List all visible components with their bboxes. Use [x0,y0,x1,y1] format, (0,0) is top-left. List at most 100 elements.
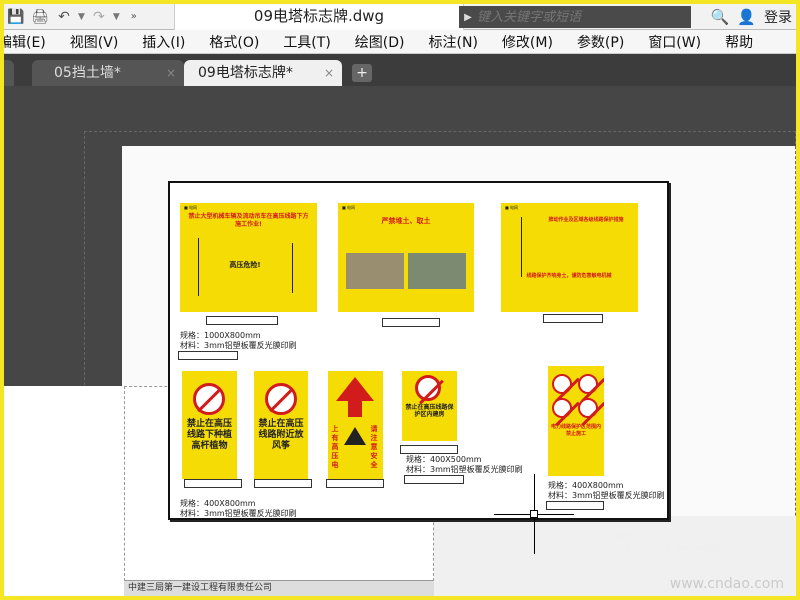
sign-7-text: 禁止在高压线路保护区内建房 [405,404,454,418]
spec-1-size: 规格：1000X800mm [180,331,261,340]
cursor-box [530,510,538,518]
spec-1-label [178,351,238,360]
more-icon[interactable]: » [122,6,146,28]
login-button[interactable]: 登录 [764,7,792,27]
arrow-stem [348,401,362,417]
menu-format[interactable]: 格式(O) [197,32,271,52]
tower-graphic [521,217,522,277]
spec-1-material: 材料：3mm铝塑板覆反光膜印刷 [180,341,297,350]
warning-triangle-icon [344,427,366,445]
tower-photo [408,253,466,289]
menu-bar: 编辑(E) 视图(V) 插入(I) 格式(O) 工具(T) 绘图(D) 标注(N… [4,30,796,54]
prohibition-icon [578,374,598,394]
spec-3-size: 规格：400X500mm [406,455,482,464]
sign-3[interactable]: ■ 电网 推动作业及区域各级线路保护措施 线路保护齐响身土，谨防危害触电机械 [501,203,638,312]
sign-7[interactable]: 禁止在高压线路保护区内建房 [402,371,457,441]
sign-5-text: 禁止在高压线路附近放风筝 [258,419,304,451]
sign-8[interactable]: 电力线路保护区范围内禁止施工 [548,366,604,476]
prohibition-icon [193,383,225,415]
prohibition-icon [578,398,598,418]
drawing-viewport[interactable]: ■ 电网 禁止大型机械车辆及流动吊车在高压线路下方施工作业! 高压危险! ■ 电… [168,181,669,520]
redo-dropdown-icon[interactable]: ▼ [113,12,120,22]
sign-6-label [326,479,384,488]
menu-tools[interactable]: 工具(T) [271,32,342,52]
binocular-icon[interactable]: 🔍 [711,8,730,26]
tab-label: 05挡土墙* [54,65,121,81]
search-box[interactable]: ▶ [459,6,691,28]
spec-4-label [546,501,604,510]
menu-edit[interactable]: 编辑(E) [4,32,58,52]
menu-parametric[interactable]: 参数(P) [565,32,636,52]
menu-window[interactable]: 窗口(W) [636,32,713,52]
tab-label: 09电塔标志牌* [198,65,293,81]
sign-header: ■ 电网 [184,205,198,210]
document-title: 09电塔标志牌.dwg [174,4,464,30]
menu-dimension[interactable]: 标注(N) [417,32,490,52]
menu-help[interactable]: 帮助 [713,32,765,52]
sign-2[interactable]: ■ 电网 严禁堆土、取土 [338,203,474,312]
tab-tower-sign[interactable]: 09电塔标志牌* × [184,60,342,86]
sign-2-label [382,318,440,327]
redo-icon[interactable]: ↷ [87,6,111,28]
sign-3-title: 推动作业及区域各级线路保护措施 [548,217,624,223]
file-tab-bar: 05挡土墙* × 09电塔标志牌* × + [4,54,796,86]
watermark: www.cndao.com [669,576,784,592]
sign-5[interactable]: 禁止在高压线路附近放风筝 [254,371,308,479]
arrow-up-icon [336,377,374,401]
tower-graphic [198,238,199,296]
prohibition-icon [265,383,297,415]
spec-3-material: 材料：3mm铝塑板覆反光膜印刷 [406,465,523,474]
sign-1-title: 禁止大型机械车辆及流动吊车在高压线路下方施工作业! [188,213,309,228]
sign-8-text: 电力线路保护区范围内禁止施工 [551,424,602,437]
sign-3-label [543,314,603,323]
new-tab-button[interactable]: + [352,64,372,82]
excavator-photo [346,253,404,289]
undo-dropdown-icon[interactable]: ▼ [78,12,85,22]
note-title: 说明： [616,534,635,541]
note-line: 1.本图中标志牌内容由各个电塔建设单位自行确认上述说。 [616,545,746,551]
user-icon[interactable]: 👤 [737,8,756,26]
menu-draw[interactable]: 绘图(D) [343,32,417,52]
title-block-strip: 中建三局第一建设工程有限责任公司 [124,580,434,596]
sign-6-left: 上有高压电 [331,425,339,469]
tab-close-icon[interactable]: × [166,60,176,86]
sign-header: ■ 电网 [505,205,519,210]
search-input[interactable] [477,9,677,25]
tab-close-icon[interactable]: × [324,60,334,86]
crane-graphic [292,243,293,293]
title-bar: 💾 🖨 ↶ ▼ ↷ ▼ » 09电塔标志牌.dwg ▶ 🔍 👤 登录 [4,4,796,30]
sign-header: ■ 电网 [342,205,356,210]
spec-2-size: 规格：400X800mm [180,499,256,508]
undo-icon[interactable]: ↶ [52,6,76,28]
tab-retaining-wall[interactable]: 05挡土墙* × [32,60,184,86]
save-icon[interactable]: 💾 [4,6,28,28]
title-bar-right: 🔍 👤 登录 [711,4,796,30]
menu-view[interactable]: 视图(V) [58,32,131,52]
spec-3-label [404,475,464,484]
prohibition-icon [552,374,572,394]
sign-3-red: 线路保护齐响身土，谨防危害触电机械 [526,273,612,279]
search-arrow-icon[interactable]: ▶ [459,12,477,23]
sign-1-warn: 高压危险! [229,261,261,269]
app-window: 💾 🖨 ↶ ▼ ↷ ▼ » 09电塔标志牌.dwg ▶ 🔍 👤 登录 编辑(E)… [4,4,796,596]
sign-4-label [184,479,242,488]
sign-2-title: 严禁堆土、取土 [381,217,431,225]
prohibition-icon [415,375,441,401]
sign-4-text: 禁止在高压线路下种植高杆植物 [186,419,232,451]
sign-6-right: 请注意安全 [370,425,378,469]
spec-4-size: 规格：400X800mm [548,481,624,490]
tab-file-1[interactable] [4,60,14,86]
sign-4[interactable]: 禁止在高压线路下种植高杆植物 [182,371,237,479]
prohibition-icon [552,398,572,418]
spec-2-material: 材料：3mm铝塑板覆反光膜印刷 [180,509,297,518]
sign-5-label [254,479,312,488]
sign-7-label [400,445,458,454]
menu-insert[interactable]: 插入(I) [130,32,197,52]
menu-modify[interactable]: 修改(M) [490,32,565,52]
print-icon[interactable]: 🖨 [28,6,52,28]
spec-4-material: 材料：3mm铝塑板覆反光膜印刷 [548,491,665,500]
sign-6[interactable]: 上有高压电 请注意安全 [328,371,383,479]
drawing-canvas[interactable]: ■ 电网 禁止大型机械车辆及流动吊车在高压线路下方施工作业! 高压危险! ■ 电… [4,86,796,596]
sign-1[interactable]: ■ 电网 禁止大型机械车辆及流动吊车在高压线路下方施工作业! 高压危险! [180,203,317,312]
sign-1-label [206,316,278,325]
